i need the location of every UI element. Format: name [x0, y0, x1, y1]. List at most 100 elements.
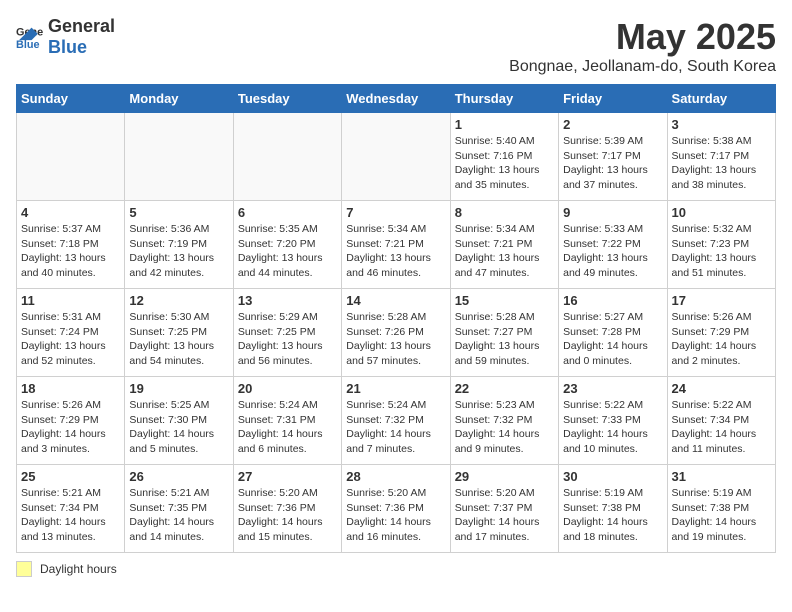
- calendar-cell: 2 Sunrise: 5:39 AM Sunset: 7:17 PM Daylig…: [559, 113, 667, 201]
- day-number: 29: [455, 469, 554, 484]
- day-info: Sunrise: 5:36 AM Sunset: 7:19 PM Dayligh…: [129, 222, 228, 281]
- day-info: Sunrise: 5:26 AM Sunset: 7:29 PM Dayligh…: [21, 398, 120, 457]
- calendar-cell: 27 Sunrise: 5:20 AM Sunset: 7:36 PM Dayli…: [233, 465, 341, 553]
- day-info: Sunrise: 5:27 AM Sunset: 7:28 PM Dayligh…: [563, 310, 662, 369]
- day-number: 10: [672, 205, 771, 220]
- calendar-week-row: 11Sunrise: 5:31 AM Sunset: 7:24 PM Dayli…: [17, 289, 776, 377]
- day-number: 15: [455, 293, 554, 308]
- day-info: Sunrise: 5:19 AM Sunset: 7:38 PM Dayligh…: [563, 486, 662, 545]
- day-number: 30: [563, 469, 662, 484]
- day-number: 13: [238, 293, 337, 308]
- calendar-cell: 24 Sunrise: 5:22 AM Sunset: 7:34 PM Dayli…: [667, 377, 775, 465]
- day-header-tuesday: Tuesday: [233, 85, 341, 113]
- day-info: Sunrise: 5:32 AM Sunset: 7:23 PM Dayligh…: [672, 222, 771, 281]
- day-info: Sunrise: 5:21 AM Sunset: 7:35 PM Dayligh…: [129, 486, 228, 545]
- day-number: 1: [455, 117, 554, 132]
- calendar-cell: 18 Sunrise: 5:26 AM Sunset: 7:29 PM Dayli…: [17, 377, 125, 465]
- day-info: Sunrise: 5:24 AM Sunset: 7:32 PM Dayligh…: [346, 398, 445, 457]
- day-number: 9: [563, 205, 662, 220]
- day-info: Sunrise: 5:20 AM Sunset: 7:37 PM Dayligh…: [455, 486, 554, 545]
- day-header-sunday: Sunday: [17, 85, 125, 113]
- day-info: Sunrise: 5:20 AM Sunset: 7:36 PM Dayligh…: [238, 486, 337, 545]
- calendar-cell: 29 Sunrise: 5:20 AM Sunset: 7:37 PM Dayli…: [450, 465, 558, 553]
- calendar-week-row: 1 Sunrise: 5:40 AM Sunset: 7:16 PM Daylig…: [17, 113, 776, 201]
- day-info: Sunrise: 5:23 AM Sunset: 7:32 PM Dayligh…: [455, 398, 554, 457]
- day-header-wednesday: Wednesday: [342, 85, 450, 113]
- day-number: 8: [455, 205, 554, 220]
- calendar-cell: 31 Sunrise: 5:19 AM Sunset: 7:38 PM Dayli…: [667, 465, 775, 553]
- day-number: 17: [672, 293, 771, 308]
- calendar-cell: 16 Sunrise: 5:27 AM Sunset: 7:28 PM Dayli…: [559, 289, 667, 377]
- subtitle: Bongnae, Jeollanam-do, South Korea: [509, 58, 776, 76]
- legend-area: Daylight hours: [16, 561, 776, 577]
- day-info: Sunrise: 5:34 AM Sunset: 7:21 PM Dayligh…: [455, 222, 554, 281]
- calendar-table: SundayMondayTuesdayWednesdayThursdayFrid…: [16, 84, 776, 553]
- calendar-week-row: 25 Sunrise: 5:21 AM Sunset: 7:34 PM Dayli…: [17, 465, 776, 553]
- logo-text: General Blue: [48, 16, 115, 58]
- day-number: 27: [238, 469, 337, 484]
- header: General Blue General Blue May 2025 Bongn…: [16, 16, 776, 76]
- day-number: 19: [129, 381, 228, 396]
- day-number: 2: [563, 117, 662, 132]
- day-header-monday: Monday: [125, 85, 233, 113]
- day-number: 3: [672, 117, 771, 132]
- day-info: Sunrise: 5:35 AM Sunset: 7:20 PM Dayligh…: [238, 222, 337, 281]
- day-number: 21: [346, 381, 445, 396]
- day-info: Sunrise: 5:28 AM Sunset: 7:26 PM Dayligh…: [346, 310, 445, 369]
- calendar-cell: [125, 113, 233, 201]
- calendar-cell: 1 Sunrise: 5:40 AM Sunset: 7:16 PM Daylig…: [450, 113, 558, 201]
- calendar-cell: 20Sunrise: 5:24 AM Sunset: 7:31 PM Dayli…: [233, 377, 341, 465]
- calendar-cell: 28Sunrise: 5:20 AM Sunset: 7:36 PM Dayli…: [342, 465, 450, 553]
- day-info: Sunrise: 5:38 AM Sunset: 7:17 PM Dayligh…: [672, 134, 771, 193]
- calendar-cell: 8 Sunrise: 5:34 AM Sunset: 7:21 PM Daylig…: [450, 201, 558, 289]
- day-info: Sunrise: 5:24 AM Sunset: 7:31 PM Dayligh…: [238, 398, 337, 457]
- day-info: Sunrise: 5:33 AM Sunset: 7:22 PM Dayligh…: [563, 222, 662, 281]
- calendar-cell: 30 Sunrise: 5:19 AM Sunset: 7:38 PM Dayli…: [559, 465, 667, 553]
- calendar-week-row: 18 Sunrise: 5:26 AM Sunset: 7:29 PM Dayli…: [17, 377, 776, 465]
- day-info: Sunrise: 5:25 AM Sunset: 7:30 PM Dayligh…: [129, 398, 228, 457]
- day-info: Sunrise: 5:40 AM Sunset: 7:16 PM Dayligh…: [455, 134, 554, 193]
- calendar-cell: 4Sunrise: 5:37 AM Sunset: 7:18 PM Daylig…: [17, 201, 125, 289]
- day-number: 25: [21, 469, 120, 484]
- calendar-cell: 21 Sunrise: 5:24 AM Sunset: 7:32 PM Dayli…: [342, 377, 450, 465]
- day-info: Sunrise: 5:34 AM Sunset: 7:21 PM Dayligh…: [346, 222, 445, 281]
- calendar-cell: 7 Sunrise: 5:34 AM Sunset: 7:21 PM Daylig…: [342, 201, 450, 289]
- day-info: Sunrise: 5:20 AM Sunset: 7:36 PM Dayligh…: [346, 486, 445, 545]
- day-number: 26: [129, 469, 228, 484]
- day-info: Sunrise: 5:39 AM Sunset: 7:17 PM Dayligh…: [563, 134, 662, 193]
- day-number: 24: [672, 381, 771, 396]
- day-info: Sunrise: 5:31 AM Sunset: 7:24 PM Dayligh…: [21, 310, 120, 369]
- calendar-cell: 9 Sunrise: 5:33 AM Sunset: 7:22 PM Daylig…: [559, 201, 667, 289]
- calendar-cell: 6Sunrise: 5:35 AM Sunset: 7:20 PM Daylig…: [233, 201, 341, 289]
- calendar-header-row: SundayMondayTuesdayWednesdayThursdayFrid…: [17, 85, 776, 113]
- logo: General Blue General Blue: [16, 16, 115, 58]
- day-info: Sunrise: 5:19 AM Sunset: 7:38 PM Dayligh…: [672, 486, 771, 545]
- day-number: 18: [21, 381, 120, 396]
- calendar-cell: 17Sunrise: 5:26 AM Sunset: 7:29 PM Dayli…: [667, 289, 775, 377]
- day-number: 5: [129, 205, 228, 220]
- calendar-cell: 10 Sunrise: 5:32 AM Sunset: 7:23 PM Dayli…: [667, 201, 775, 289]
- svg-text:Blue: Blue: [16, 39, 40, 51]
- calendar-cell: [233, 113, 341, 201]
- day-number: 31: [672, 469, 771, 484]
- day-number: 7: [346, 205, 445, 220]
- day-number: 16: [563, 293, 662, 308]
- calendar-cell: 5 Sunrise: 5:36 AM Sunset: 7:19 PM Daylig…: [125, 201, 233, 289]
- day-number: 23: [563, 381, 662, 396]
- calendar-cell: [342, 113, 450, 201]
- day-header-saturday: Saturday: [667, 85, 775, 113]
- day-number: 22: [455, 381, 554, 396]
- day-info: Sunrise: 5:22 AM Sunset: 7:34 PM Dayligh…: [672, 398, 771, 457]
- day-info: Sunrise: 5:21 AM Sunset: 7:34 PM Dayligh…: [21, 486, 120, 545]
- day-header-friday: Friday: [559, 85, 667, 113]
- calendar-cell: 26 Sunrise: 5:21 AM Sunset: 7:35 PM Dayli…: [125, 465, 233, 553]
- day-info: Sunrise: 5:29 AM Sunset: 7:25 PM Dayligh…: [238, 310, 337, 369]
- legend-box: [16, 561, 32, 577]
- calendar-cell: 13 Sunrise: 5:29 AM Sunset: 7:25 PM Dayli…: [233, 289, 341, 377]
- calendar-cell: 11Sunrise: 5:31 AM Sunset: 7:24 PM Dayli…: [17, 289, 125, 377]
- day-info: Sunrise: 5:22 AM Sunset: 7:33 PM Dayligh…: [563, 398, 662, 457]
- day-number: 14: [346, 293, 445, 308]
- logo-icon: General Blue: [16, 23, 44, 51]
- title-area: May 2025 Bongnae, Jeollanam-do, South Ko…: [509, 16, 776, 76]
- day-info: Sunrise: 5:37 AM Sunset: 7:18 PM Dayligh…: [21, 222, 120, 281]
